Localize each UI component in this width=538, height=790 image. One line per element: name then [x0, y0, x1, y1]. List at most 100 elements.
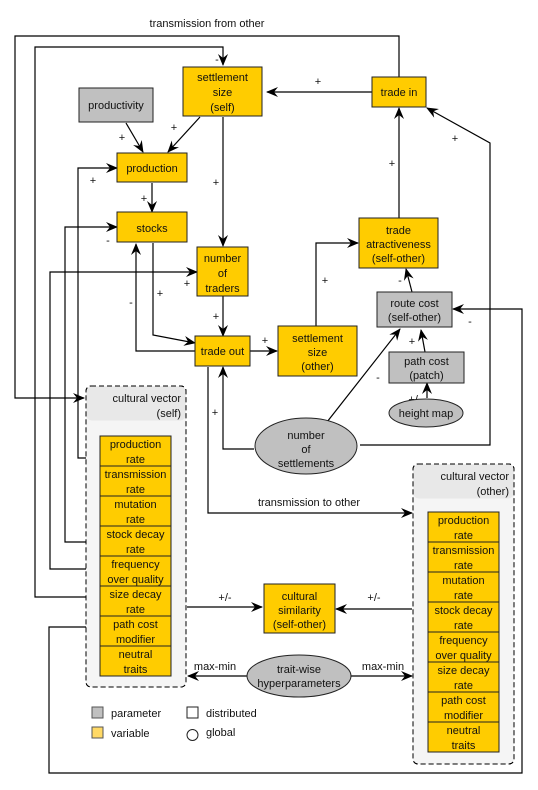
edge-productivity-to-production	[125, 122, 144, 153]
trait-list-other: production rate transmission rate mutation ra…	[427, 511, 500, 753]
edge-settlements-to-trade-out	[218, 366, 254, 450]
node-text: trait-wise	[277, 664, 321, 676]
trait-cell[interactable]: size decay rate	[427, 661, 500, 693]
trait-label: over quality	[435, 650, 492, 662]
trait-cell[interactable]: frequency over quality	[99, 555, 172, 587]
label-route-cost-to-attractiveness: -	[398, 275, 402, 287]
trait-label: rate	[126, 544, 145, 556]
trait-cell[interactable]: neutral traits	[427, 721, 500, 753]
label-path-cost-modifier-to-route-cost: -	[468, 316, 472, 328]
trait-label: over quality	[107, 574, 164, 586]
label-transmission-to-other: transmission to other	[258, 497, 360, 509]
node-route-cost[interactable]: route cost (self-other)	[376, 291, 453, 328]
node-trade-out[interactable]: trade out	[194, 335, 251, 367]
trait-cell[interactable]: size decay rate	[99, 585, 172, 617]
trait-cell[interactable]: stock decay rate	[427, 601, 500, 633]
label-self-to-similarity: +/-	[218, 592, 231, 604]
legend-variable-label: variable	[111, 728, 150, 740]
trait-label: stock decay	[434, 605, 493, 617]
node-text: size	[308, 347, 328, 359]
trait-cell[interactable]: transmission rate	[99, 465, 172, 497]
label-other-to-similarity: +/-	[367, 592, 380, 604]
label-transmission-from-other: transmission from other	[150, 18, 265, 30]
node-trade-in[interactable]: trade in	[371, 76, 427, 108]
node-settlement-size-other[interactable]: settlement size (other)	[277, 325, 358, 377]
node-text: route cost	[390, 298, 438, 310]
label-path-cost-to-route-cost: +	[409, 336, 415, 348]
trait-label: rate	[126, 514, 145, 526]
group-title: (self)	[157, 408, 181, 420]
trait-label: production	[110, 439, 161, 451]
trait-label: rate	[454, 620, 473, 632]
edge-route-cost-to-attractiveness	[403, 268, 414, 293]
label-size-decay-to-size: -	[215, 54, 219, 66]
node-production[interactable]: production	[116, 152, 188, 183]
trait-cell[interactable]: frequency over quality	[427, 631, 500, 663]
node-text: of	[301, 444, 311, 456]
legend-parameter-swatch	[91, 706, 104, 719]
legend-global-label: global	[206, 727, 235, 739]
node-path-cost[interactable]: path cost (patch)	[388, 351, 465, 384]
node-text: stocks	[136, 223, 168, 235]
trait-label: rate	[126, 484, 145, 496]
node-text: of	[218, 268, 228, 280]
legend-variable-swatch	[91, 726, 104, 739]
edge-trade-out-to-stocks	[131, 243, 196, 352]
trait-cell[interactable]: neutral traits	[99, 645, 172, 677]
trait-label: stock decay	[106, 529, 165, 541]
trait-label: rate	[454, 680, 473, 692]
trait-list-self: production rate transmission rate mutation ra…	[99, 435, 172, 677]
node-text: similarity	[278, 605, 321, 617]
group-cultural-vector-self[interactable]: cultural vector (self) production ratetran…	[85, 385, 187, 688]
node-text: number	[287, 430, 325, 442]
legend-distributed-label: distributed	[206, 708, 257, 720]
node-settlement-size-self[interactable]: settlement size (self)	[182, 66, 263, 117]
trait-cell[interactable]: production rate	[427, 511, 500, 543]
group-title: cultural vector	[441, 471, 510, 483]
legend: parameter variable distributed global	[91, 706, 257, 741]
model-diagram: transmission from other + - + + + + - + …	[14, 18, 523, 774]
node-text: (self-other)	[372, 253, 425, 265]
trait-label: frequency	[111, 559, 160, 571]
trait-label: traits	[124, 664, 148, 676]
label-settlements-to-trade-out: +	[212, 407, 218, 419]
label-size-to-production: +	[171, 122, 177, 134]
trait-cell[interactable]: stock decay rate	[99, 525, 172, 557]
trait-label: modifier	[444, 710, 483, 722]
trait-cell[interactable]: mutation rate	[427, 571, 500, 603]
label-productivity-to-production: +	[119, 132, 125, 144]
node-cultural-similarity[interactable]: cultural similarity (self-other)	[263, 583, 336, 634]
label-stock-decay-to-stocks: -	[106, 235, 110, 247]
trait-label: transmission	[105, 469, 167, 481]
node-text: (other)	[301, 361, 333, 373]
trait-cell[interactable]: production rate	[99, 435, 172, 467]
node-text: productivity	[88, 100, 144, 112]
node-text: settlement	[292, 333, 343, 345]
group-cultural-vector-other[interactable]: cultural vector (other) production ratetra…	[412, 463, 515, 765]
trait-label: size decay	[110, 589, 162, 601]
label-attractiveness-to-trade-in: +	[389, 158, 395, 170]
trait-label: rate	[126, 604, 145, 616]
trait-label: path cost	[441, 695, 486, 707]
label-freq-to-traders: +	[184, 278, 190, 290]
node-text: trade	[386, 225, 411, 237]
node-text: cultural	[282, 591, 317, 603]
trait-cell[interactable]: mutation rate	[99, 495, 172, 527]
trait-cell[interactable]: path cost modifier	[99, 615, 172, 647]
node-text: atractiveness	[366, 239, 431, 251]
node-height-map[interactable]: height map	[388, 398, 464, 428]
node-number-of-settlements[interactable]: number of settlements	[254, 417, 358, 475]
trait-label: rate	[454, 590, 473, 602]
node-text: height map	[399, 408, 453, 420]
node-number-of-traders[interactable]: number of traders	[196, 246, 249, 297]
node-stocks[interactable]: stocks	[116, 211, 188, 243]
trait-cell[interactable]: transmission rate	[427, 541, 500, 573]
node-trade-attractiveness[interactable]: trade atractiveness (self-other)	[358, 217, 439, 269]
trait-cell[interactable]: path cost modifier	[427, 691, 500, 723]
trait-label: modifier	[116, 634, 155, 646]
node-productivity[interactable]: productivity	[78, 87, 154, 123]
node-trait-wise-hyperparameters[interactable]: trait-wise hyperparameters	[246, 654, 352, 698]
trait-label: neutral	[447, 725, 481, 737]
label-trade-out-to-size-other: +	[262, 335, 268, 347]
label-traders-to-trade-out: +	[213, 311, 219, 323]
